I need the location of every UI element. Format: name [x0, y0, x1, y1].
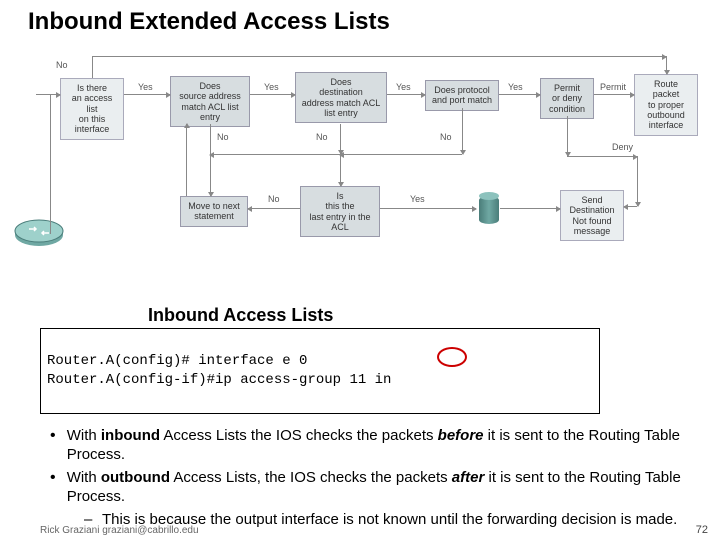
move-next: Move to next statement — [180, 196, 248, 227]
arrow — [500, 208, 560, 209]
router-icon — [14, 216, 64, 254]
highlight-circle — [437, 347, 467, 367]
q-access-list: Is there an access list on this interfac… — [60, 78, 124, 140]
yes-label: Yes — [138, 82, 153, 92]
arrow — [92, 56, 666, 57]
bullet-dot: • — [50, 426, 67, 465]
arrow — [666, 56, 667, 74]
page-number: 72 — [696, 524, 708, 536]
text-bold: inbound — [101, 427, 160, 444]
arrow — [36, 94, 60, 95]
yes-label: Yes — [264, 82, 279, 92]
arrow — [380, 208, 476, 209]
permit-label: Permit — [600, 82, 626, 92]
no-label: No — [316, 132, 328, 142]
no-label: No — [217, 132, 229, 142]
deny-label: Deny — [612, 142, 633, 152]
q-permit-deny: Permit or deny condition — [540, 78, 594, 119]
subtitle: Inbound Access Lists — [148, 305, 720, 326]
code-line-1: Router.A(config)# interface e 0 — [47, 353, 307, 369]
route-packet: Route packet to proper outbound interfac… — [634, 74, 698, 136]
text: Access Lists the IOS checks the packets — [160, 427, 438, 444]
arrow — [340, 154, 462, 155]
arrow — [248, 208, 300, 209]
arrow — [210, 124, 211, 196]
yes-label: Yes — [508, 82, 523, 92]
q-dst-match: Does destination address match ACL list … — [295, 72, 387, 123]
arrow — [594, 94, 634, 95]
code-line-2: Router.A(config-if)#ip access-group 11 i… — [47, 372, 391, 388]
code-box: Router.A(config)# interface e 0 Router.A… — [40, 328, 600, 414]
bullet-dot: • — [50, 468, 67, 507]
bullet-2: • With outbound Access Lists, the IOS ch… — [50, 468, 694, 507]
arrow — [387, 94, 425, 95]
yes-label: Yes — [396, 82, 411, 92]
arrow — [340, 154, 341, 186]
yes-label: Yes — [410, 194, 425, 204]
arrow — [210, 154, 340, 155]
no-label: No — [440, 132, 452, 142]
arrow — [567, 116, 568, 156]
no-label: No — [56, 60, 68, 70]
arrow — [340, 124, 341, 154]
arrow — [567, 156, 637, 157]
bullet-list: • With inbound Access Lists the IOS chec… — [0, 426, 720, 530]
flowchart: Is there an access list on this interfac… — [10, 46, 710, 301]
q-last-entry: Is this the last entry in the ACL — [300, 186, 380, 237]
arrow — [92, 56, 93, 78]
arrow — [250, 94, 295, 95]
arrow — [124, 94, 170, 95]
no-label: No — [268, 194, 280, 204]
q-proto-match: Does protocol and port match — [425, 80, 499, 111]
arrow — [186, 124, 187, 196]
text: Access Lists, the IOS checks the packets — [170, 469, 452, 486]
text: With — [67, 427, 101, 444]
text-bold-italic: after — [452, 469, 485, 486]
bullet-1: • With inbound Access Lists the IOS chec… — [50, 426, 694, 465]
text-bold: outbound — [101, 469, 170, 486]
arrow — [499, 94, 540, 95]
page-title: Inbound Extended Access Lists — [0, 0, 720, 36]
arrow — [637, 156, 638, 206]
footer-credit: Rick Graziani graziani@cabrillo.edu — [40, 525, 199, 536]
cylinder-icon — [479, 196, 499, 224]
arrow — [624, 206, 637, 207]
text: With — [67, 469, 101, 486]
text-bold-italic: before — [438, 427, 484, 444]
send-dest-notfound: Send Destination Not found message — [560, 190, 624, 241]
q-src-match: Does source address match ACL list entry — [170, 76, 250, 127]
arrow — [462, 108, 463, 154]
arrow — [50, 94, 51, 234]
